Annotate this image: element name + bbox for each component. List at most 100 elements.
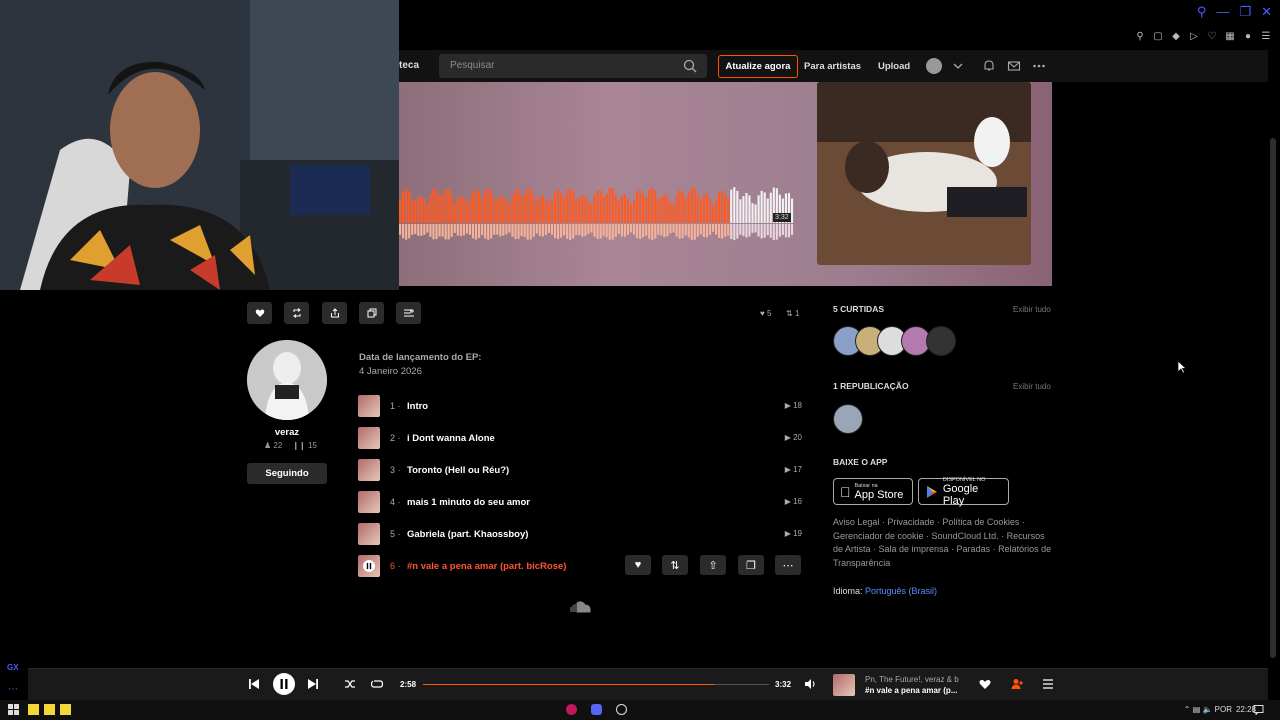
- profile-icon[interactable]: ●: [1242, 30, 1254, 42]
- for-artists-link[interactable]: Para artistas: [804, 61, 861, 72]
- reposts-view-all[interactable]: Exibir tudo: [1013, 382, 1051, 391]
- track-title[interactable]: mais 1 minuto do seu amor: [407, 497, 530, 508]
- track-like-button[interactable]: ♥: [625, 555, 651, 575]
- waveform-bar: [584, 196, 587, 223]
- likes-view-all[interactable]: Exibir tudo: [1013, 305, 1051, 314]
- likes-stat[interactable]: ♥ 5: [760, 309, 771, 318]
- track-thumbnail[interactable]: [358, 395, 380, 417]
- next-icon[interactable]: [306, 677, 320, 691]
- now-playing-thumbnail[interactable]: [833, 674, 855, 696]
- heart-icon[interactable]: ♡: [1206, 30, 1218, 42]
- close-icon[interactable]: ✕: [1261, 4, 1272, 20]
- language-link[interactable]: Português (Brasil): [865, 586, 937, 596]
- system-tray[interactable]: ⌃ ▤ 🔈 POR: [1184, 705, 1232, 714]
- search-icon[interactable]: [683, 59, 697, 73]
- track-share-button[interactable]: ⇧: [700, 555, 726, 575]
- folder-icon[interactable]: [60, 704, 71, 715]
- bell-icon[interactable]: [982, 59, 996, 73]
- repost-button[interactable]: [284, 302, 309, 324]
- notification-icon[interactable]: [1253, 704, 1264, 715]
- pause-button[interactable]: [273, 673, 295, 695]
- like-button[interactable]: [247, 302, 272, 324]
- nav-library[interactable]: teca: [399, 60, 419, 71]
- reposter-avatar[interactable]: [833, 404, 863, 434]
- track-copy-button[interactable]: ❐: [738, 555, 764, 575]
- track-row[interactable]: 4 · mais 1 minuto do seu amor ▶ 16: [358, 491, 804, 515]
- track-thumbnail[interactable]: [358, 427, 380, 449]
- gx-label[interactable]: GX: [7, 663, 19, 672]
- google-play-button[interactable]: DISPONÍVEL NO Google Play: [918, 477, 1009, 507]
- pin-icon[interactable]: ⚲: [1134, 30, 1146, 42]
- track-title[interactable]: Gabriela (part. Khaossboy): [407, 529, 528, 540]
- windows-start-icon[interactable]: [8, 704, 19, 715]
- likes-heading[interactable]: 5 CURTIDAS: [833, 304, 884, 314]
- repeat-icon[interactable]: [370, 677, 384, 691]
- heart-icon[interactable]: [978, 677, 992, 691]
- waveform[interactable]: [399, 180, 794, 245]
- track-row[interactable]: 5 · Gabriela (part. Khaossboy) ▶ 19: [358, 523, 804, 547]
- track-title[interactable]: i Dont wanna Alone: [407, 433, 495, 444]
- now-playing-title[interactable]: #n vale a pena amar (p...: [865, 686, 965, 695]
- track-title[interactable]: Intro: [407, 401, 428, 412]
- tracks-stat[interactable]: ❙❙ 15: [292, 441, 317, 450]
- more-options-icon[interactable]: [1032, 59, 1046, 73]
- volume-icon[interactable]: [803, 677, 817, 691]
- reposts-heading[interactable]: 1 REPUBLICAÇÃO: [833, 381, 909, 391]
- shield-icon[interactable]: ◆: [1170, 30, 1182, 42]
- user-avatar[interactable]: [926, 58, 942, 74]
- track-repost-button[interactable]: ⇅: [662, 555, 688, 575]
- waveform-reflection: [754, 224, 757, 233]
- progress-bar[interactable]: [423, 684, 769, 685]
- chevron-down-icon[interactable]: [951, 59, 965, 73]
- screenshot-icon[interactable]: ▢: [1152, 30, 1164, 42]
- copy-link-button[interactable]: [359, 302, 384, 324]
- footer-links[interactable]: Aviso Legal · Privacidade · Política de …: [833, 516, 1055, 570]
- follow-user-icon[interactable]: [1010, 677, 1024, 691]
- liker-avatar[interactable]: [926, 326, 956, 356]
- previous-icon[interactable]: [247, 677, 261, 691]
- queue-icon[interactable]: [1041, 677, 1055, 691]
- track-thumbnail[interactable]: [358, 523, 380, 545]
- upgrade-button[interactable]: Atualize agora: [718, 55, 798, 78]
- mail-icon[interactable]: [1007, 59, 1021, 73]
- track-thumbnail[interactable]: [358, 555, 380, 577]
- track-row[interactable]: 2 · i Dont wanna Alone ▶ 20: [358, 427, 804, 451]
- track-row[interactable]: 3 · Toronto (Hell ou Réu?) ▶ 17: [358, 459, 804, 483]
- reposts-stat[interactable]: ⇅ 1: [786, 309, 799, 318]
- search-input[interactable]: [450, 60, 670, 71]
- track-title[interactable]: #n vale a pena amar (part. bicRose): [407, 561, 566, 572]
- search-icon[interactable]: ⚲: [1197, 4, 1207, 20]
- app-store-button[interactable]:  Baixar na App Store: [833, 478, 913, 505]
- track-row[interactable]: 1 · Intro ▶ 18: [358, 395, 804, 419]
- add-to-playlist-button[interactable]: [396, 302, 421, 324]
- now-playing-artist[interactable]: Pn, The Future!, veraz & b: [865, 675, 965, 684]
- artist-avatar[interactable]: [247, 340, 327, 420]
- followers-stat[interactable]: ♟ 22: [264, 441, 282, 450]
- artist-name[interactable]: veraz: [247, 427, 327, 438]
- shuffle-icon[interactable]: [343, 677, 357, 691]
- track-title[interactable]: Toronto (Hell ou Réu?): [407, 465, 509, 476]
- follow-button[interactable]: Seguindo: [247, 463, 327, 484]
- scrollbar[interactable]: [1270, 138, 1276, 658]
- pause-icon[interactable]: [363, 560, 375, 572]
- restore-icon[interactable]: ❐: [1239, 4, 1251, 20]
- send-icon[interactable]: ▷: [1188, 30, 1200, 42]
- folder-icon[interactable]: [28, 704, 39, 715]
- share-button[interactable]: [322, 302, 347, 324]
- language-indicator[interactable]: POR: [1215, 705, 1232, 714]
- upload-link[interactable]: Upload: [878, 61, 910, 72]
- track-thumbnail[interactable]: [358, 491, 380, 513]
- opera-gx-icon[interactable]: [566, 704, 577, 715]
- discord-icon[interactable]: [591, 704, 602, 715]
- menu-icon[interactable]: ☰: [1260, 30, 1272, 42]
- track-thumbnail[interactable]: [358, 459, 380, 481]
- puzzle-icon[interactable]: ▦: [1224, 30, 1236, 42]
- more-icon: ⋯: [782, 559, 794, 572]
- track-row-active[interactable]: 6 · #n vale a pena amar (part. bicRose) …: [358, 555, 804, 579]
- track-more-button[interactable]: ⋯: [775, 555, 801, 575]
- app-icon[interactable]: [616, 704, 627, 715]
- minimize-icon[interactable]: —: [1216, 4, 1229, 20]
- waveform-reflection: [532, 224, 535, 237]
- more-icon[interactable]: ⋯: [8, 684, 18, 695]
- folder-icon[interactable]: [44, 704, 55, 715]
